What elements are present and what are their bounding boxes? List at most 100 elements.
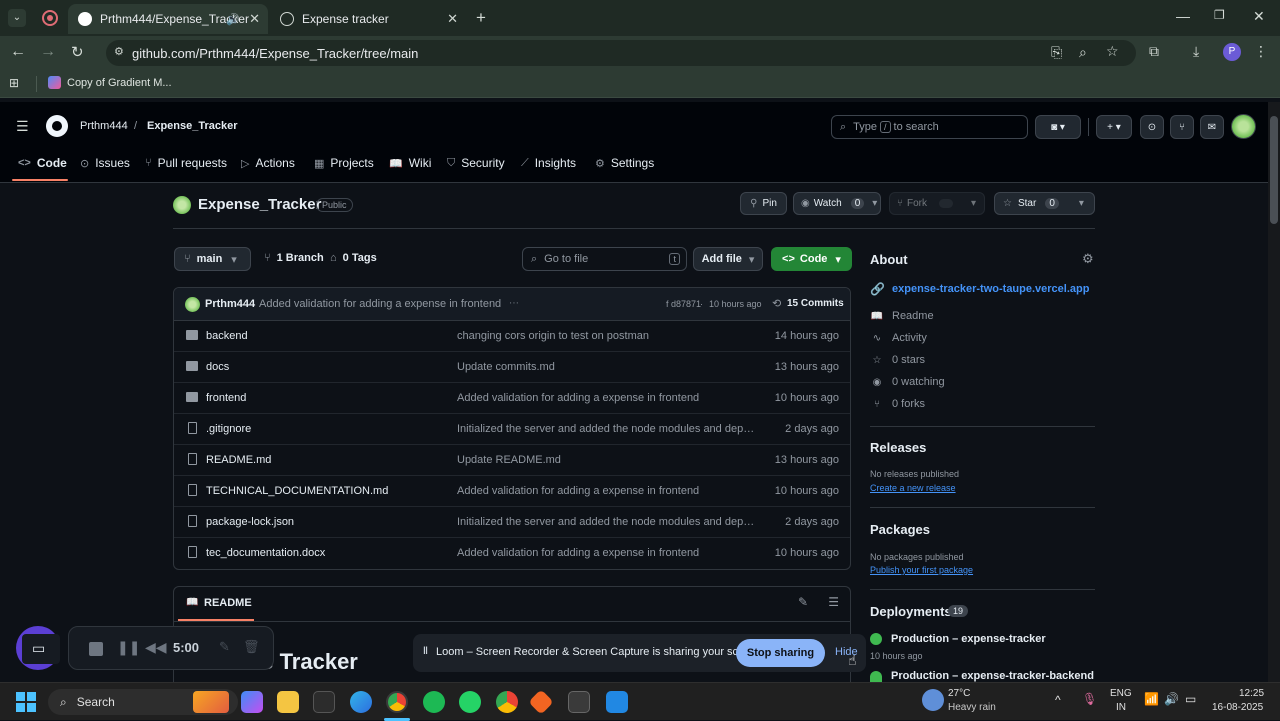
volume-icon[interactable]: 🔊 <box>1164 692 1179 706</box>
owner-link[interactable]: Prthm444 <box>80 120 128 132</box>
branch-selector[interactable]: ⑂ main ▾ <box>174 247 251 271</box>
file-name[interactable]: docs <box>206 361 229 373</box>
search-input[interactable]: ⌕ Type / to search <box>831 115 1028 139</box>
tab-projects[interactable]: ▦ Projects <box>314 156 374 170</box>
activity-link[interactable]: ∿ Activity <box>870 332 927 344</box>
branches-link[interactable]: ⑂ 1 Branch <box>264 252 324 264</box>
packages-heading[interactable]: Packages <box>870 522 930 537</box>
speaker-icon[interactable]: 🔊 <box>226 13 240 26</box>
watching-link[interactable]: ◉ 0 watching <box>870 376 945 388</box>
close-window-icon[interactable]: ✕ <box>1253 8 1265 25</box>
edit-pencil-icon[interactable]: ✎ <box>798 595 808 609</box>
tab-wiki[interactable]: 📖 Wiki <box>389 156 431 170</box>
restore-icon[interactable]: ❐ <box>1214 8 1225 22</box>
file-commit-message[interactable]: Update README.md <box>457 454 757 466</box>
file-name[interactable]: package-lock.json <box>206 516 294 528</box>
chevron-up-icon[interactable]: ^ <box>1055 693 1061 707</box>
extensions-icon[interactable]: ⧉ <box>1149 43 1159 60</box>
download-icon[interactable]: ⤓ <box>1193 43 1199 60</box>
wifi-icon[interactable]: 📶 <box>1144 692 1159 706</box>
tab-actions[interactable]: ▷ Actions <box>241 156 295 170</box>
site-info-icon[interactable]: ⚙ <box>114 45 124 58</box>
apps-grid-icon[interactable]: ⊞ <box>9 76 19 90</box>
file-row[interactable]: package-lock.json Initialized the server … <box>174 507 850 538</box>
chrome-profile-icon[interactable] <box>496 691 518 713</box>
spotify-icon[interactable] <box>423 691 445 713</box>
copilot-app-icon[interactable] <box>241 691 263 713</box>
github-logo-icon[interactable] <box>46 115 68 137</box>
deployments-heading[interactable]: Deployments <box>870 604 952 619</box>
tab-code[interactable]: <> Code <box>18 156 67 170</box>
copilot-button[interactable]: ◙ ▾ <box>1035 115 1081 139</box>
issues-button[interactable]: ⊙ <box>1140 115 1164 139</box>
restart-icon[interactable]: ◀◀ <box>145 639 167 656</box>
inbox-button[interactable]: ✉ <box>1200 115 1224 139</box>
browser-menu-icon[interactable]: ⋮ <box>1254 43 1268 60</box>
file-commit-message[interactable]: Update commits.md <box>457 361 757 373</box>
tab-github[interactable]: Prthm444/Expense_Tracker 🔊 ✕ <box>68 4 268 34</box>
releases-heading[interactable]: Releases <box>870 440 926 455</box>
terminal-icon[interactable] <box>568 691 590 713</box>
install-app-icon[interactable]: ⎘ <box>1051 44 1062 61</box>
bookmark-item[interactable]: Copy of Gradient M... <box>48 76 172 89</box>
tab-settings[interactable]: ⚙ Settings <box>595 156 654 170</box>
readme-tab[interactable]: README <box>204 597 252 609</box>
commit-author[interactable]: Prthm444 <box>205 298 255 310</box>
file-row[interactable]: README.md Update README.md 13 hours ago <box>174 445 850 476</box>
file-name[interactable]: TECHNICAL_DOCUMENTATION.md <box>206 485 388 497</box>
tab-list-icon[interactable]: ⌄ <box>8 9 26 27</box>
whatsapp-icon[interactable] <box>459 691 481 713</box>
profile-avatar-icon[interactable]: P <box>1223 43 1241 61</box>
file-row[interactable]: tec_documentation.docx Added validation f… <box>174 538 850 569</box>
file-row[interactable]: frontend Added validation for adding a ex… <box>174 383 850 414</box>
file-row[interactable]: docs Update commits.md 13 hours ago <box>174 352 850 383</box>
file-name[interactable]: README.md <box>206 454 271 466</box>
publish-package-link[interactable]: Publish your first package <box>870 565 973 575</box>
owner-avatar[interactable] <box>173 196 191 214</box>
file-name[interactable]: .gitignore <box>206 423 251 435</box>
hamburger-menu-icon[interactable]: ☰ <box>16 118 29 135</box>
user-avatar[interactable] <box>1231 114 1256 139</box>
file-row[interactable]: backend changing cors origin to test on p… <box>174 321 850 352</box>
minimize-icon[interactable]: — <box>1176 8 1190 24</box>
tab-security[interactable]: ⛉ Security <box>447 156 505 170</box>
url-bar[interactable]: ⚙ github.com/Prthm444/Expense_Tracker/tr… <box>106 40 1136 66</box>
loom-camera-bubble[interactable]: ▭ <box>16 626 60 670</box>
record-icon[interactable] <box>42 10 58 26</box>
zoom-icon[interactable]: ⌕ <box>1079 44 1087 61</box>
go-to-file-input[interactable]: ⌕ Go to file t <box>522 247 687 271</box>
file-commit-message[interactable]: Added validation for adding a expense in… <box>457 392 757 404</box>
pull-requests-button[interactable]: ⑂ <box>1170 115 1194 139</box>
language-label[interactable]: ENG <box>1110 688 1132 699</box>
file-name[interactable]: backend <box>206 330 248 342</box>
pin-button[interactable]: ⚲ Pin <box>740 192 787 215</box>
draw-icon[interactable]: ✎ <box>219 639 230 655</box>
website-link[interactable]: 🔗 expense-tracker-two-taupe.vercel.app <box>870 282 1089 296</box>
add-file-button[interactable]: Add file ▾ <box>693 247 763 271</box>
microphone-icon[interactable]: 🎙 <box>1082 692 1097 706</box>
edge-icon[interactable] <box>350 691 372 713</box>
deployment-link[interactable]: Production – expense-tracker-backend <box>891 670 1094 682</box>
file-name[interactable]: tec_documentation.docx <box>206 547 325 559</box>
file-commit-message[interactable]: changing cors origin to test on postman <box>457 330 757 342</box>
file-commit-message[interactable]: Added validation for adding a expense in… <box>457 547 757 559</box>
file-explorer-icon[interactable] <box>277 691 299 713</box>
back-icon[interactable]: ← <box>10 43 26 61</box>
repo-title[interactable]: Expense_Tracker <box>198 196 321 213</box>
reload-icon[interactable]: ↻ <box>71 43 84 61</box>
weather-icon[interactable] <box>922 689 944 711</box>
chrome-icon[interactable] <box>386 691 408 713</box>
star-button[interactable]: ☆ Star 0 ▾ <box>994 192 1095 215</box>
readme-link[interactable]: 📖 Readme <box>870 310 934 322</box>
forks-link[interactable]: ⑂ 0 forks <box>870 398 925 410</box>
commit-hash[interactable]: f d87871 <box>666 299 701 309</box>
page-scrollbar[interactable] <box>1268 102 1280 682</box>
tab-pull-requests[interactable]: ⑂ Pull requests <box>145 156 227 170</box>
file-name[interactable]: frontend <box>206 392 246 404</box>
tab-insights[interactable]: ⟋ Insights <box>521 156 576 170</box>
gear-icon[interactable]: ⚙ <box>1082 251 1094 267</box>
scrollbar-thumb[interactable] <box>1270 116 1278 224</box>
vscode-icon[interactable] <box>606 691 628 713</box>
create-release-link[interactable]: Create a new release <box>870 483 956 493</box>
file-row[interactable]: .gitignore Initialized the server and add… <box>174 414 850 445</box>
